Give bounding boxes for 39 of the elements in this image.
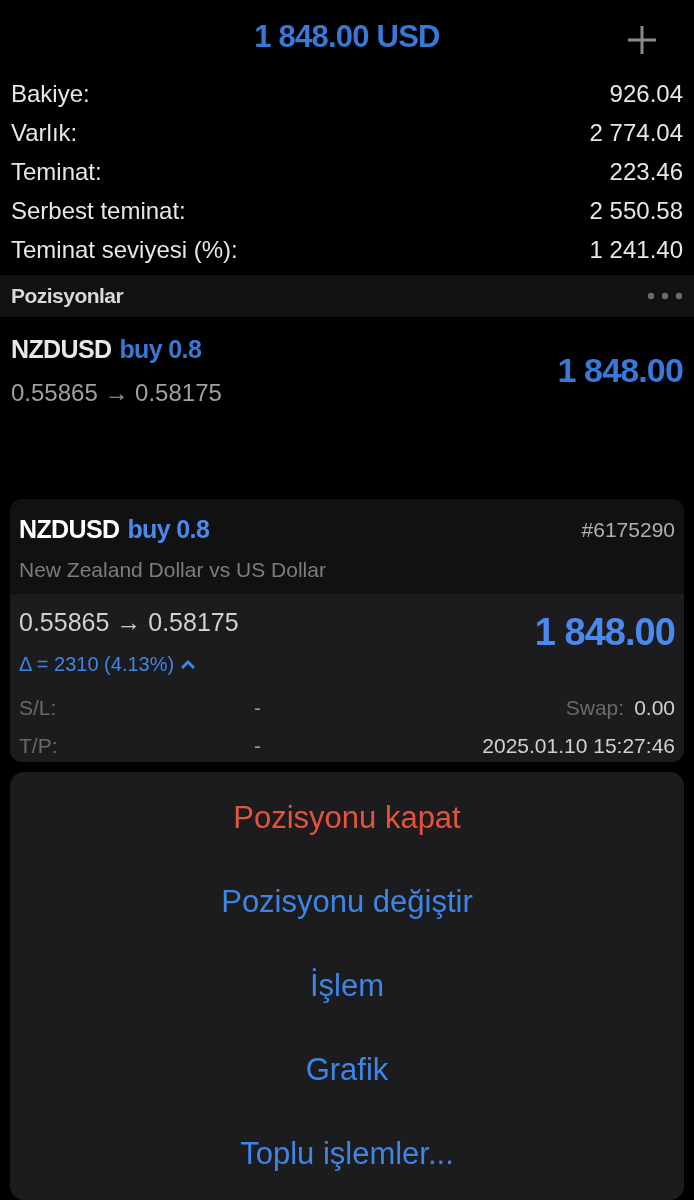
summary-value: 2 550.58 <box>589 195 683 226</box>
price-range: 0.55865 → 0.58175 <box>11 377 222 408</box>
action-button[interactable]: Toplu işlemler... <box>10 1112 684 1196</box>
field-value: 0.00 <box>634 695 675 722</box>
order-side: buy 0.8 <box>119 334 202 366</box>
field-label: T/P: <box>19 733 58 760</box>
instrument-description: New Zealand Dollar vs US Dollar <box>19 557 327 584</box>
summary-value: 926.04 <box>609 78 683 109</box>
balance-title: 1 848.00 USD <box>254 17 440 56</box>
summary-label: Teminat seviyesi (%): <box>11 234 238 265</box>
more-icon[interactable] <box>647 292 683 301</box>
summary-value: 2 774.04 <box>589 117 683 148</box>
summary-value: 1 241.40 <box>589 234 683 265</box>
summary-label: Serbest teminat: <box>11 195 186 226</box>
profit-value: 1 848.00 <box>557 350 683 392</box>
summary-label: Bakiye: <box>11 78 90 109</box>
symbol-text: NZDUSD <box>11 334 112 366</box>
price-range: 0.55865 → 0.58175 <box>19 606 239 638</box>
field-label: Swap: <box>565 695 625 722</box>
field-value: - <box>254 695 261 722</box>
field-value: 2025.01.10 15:27:46 <box>482 733 675 760</box>
action-button[interactable]: Pozisyonu değiştir <box>10 860 684 944</box>
profit-value: 1 848.00 <box>534 609 675 655</box>
chevron-up-icon[interactable] <box>180 658 197 671</box>
field-value: - <box>254 733 261 760</box>
symbol-text: NZDUSD <box>19 513 120 545</box>
action-button[interactable]: Pozisyonu kapat <box>10 776 684 860</box>
summary-value: 223.46 <box>609 156 683 187</box>
summary-label: Teminat: <box>11 156 102 187</box>
action-button[interactable]: Grafik <box>10 1028 684 1112</box>
ticket-number: #6175290 <box>581 516 675 543</box>
summary-label: Varlık: <box>11 117 78 148</box>
position-row[interactable]: NZDUSD buy 0.8 0.55865 → 0.58175 1 848.00 <box>0 317 694 411</box>
field-label: S/L: <box>19 695 57 722</box>
action-button[interactable]: İşlem <box>10 944 684 1028</box>
order-side: buy 0.8 <box>127 513 210 545</box>
section-title: Pozisyonlar <box>11 283 124 310</box>
add-icon[interactable] <box>626 24 658 56</box>
delta-text: Δ = 2310 (4.13%) <box>19 652 175 678</box>
